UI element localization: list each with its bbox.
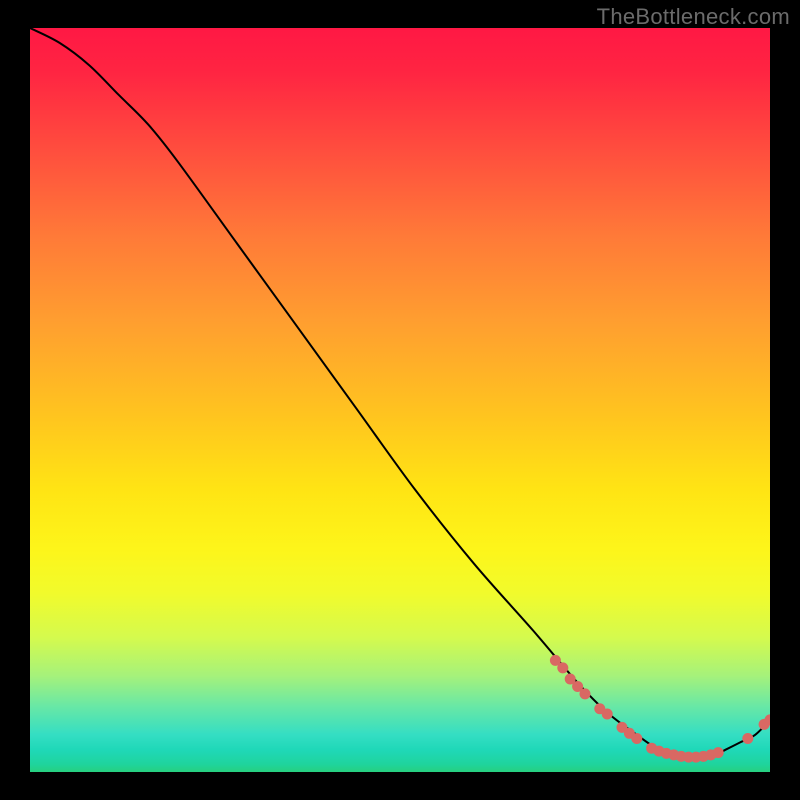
data-point-marker	[602, 708, 613, 719]
data-point-marker	[713, 747, 724, 758]
bottleneck-curve-line	[30, 28, 770, 758]
watermark-text: TheBottleneck.com	[597, 4, 790, 30]
data-point-markers	[550, 655, 770, 763]
data-point-marker	[580, 688, 591, 699]
data-point-marker	[742, 733, 753, 744]
curve-svg	[30, 28, 770, 772]
gradient-plot-area	[30, 28, 770, 772]
chart-frame: TheBottleneck.com	[0, 0, 800, 800]
data-point-marker	[557, 662, 568, 673]
data-point-marker	[631, 733, 642, 744]
